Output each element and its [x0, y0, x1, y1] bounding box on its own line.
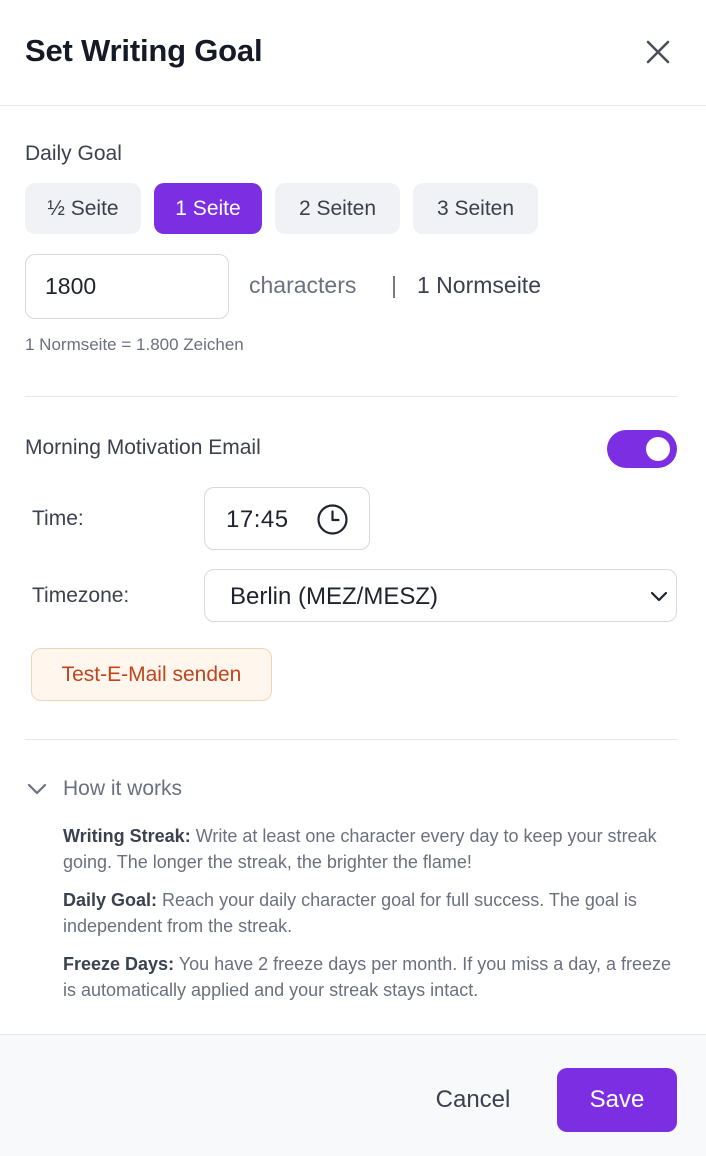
info-term: Freeze Days:	[63, 954, 175, 974]
characters-input[interactable]: 1800	[25, 254, 229, 319]
writing-goal-dialog: Set Writing Goal Daily Goal ½ Seite 1 Se…	[0, 0, 706, 1156]
how-it-works-toggle[interactable]: How it works	[25, 774, 182, 804]
separator: |	[391, 272, 397, 298]
info-freeze-days: Freeze Days: You have 2 freeze days per …	[63, 951, 683, 1003]
close-icon	[646, 40, 670, 64]
timezone-value: Berlin (MEZ/MESZ)	[230, 583, 439, 610]
timezone-label: Timezone:	[32, 584, 130, 607]
daily-goal-label: Daily Goal	[25, 142, 122, 165]
dialog-title: Set Writing Goal	[25, 33, 263, 68]
dialog-footer: Cancel Save	[0, 1034, 706, 1156]
how-it-works-title: How it works	[63, 777, 183, 800]
dialog-header: Set Writing Goal	[0, 0, 706, 106]
send-test-email-button[interactable]: Test-E-Mail senden	[31, 648, 272, 701]
save-button[interactable]: Save	[557, 1068, 677, 1132]
morning-email-toggle[interactable]	[607, 430, 677, 468]
preset-one-page[interactable]: 1 Seite	[154, 183, 262, 234]
preset-three-pages[interactable]: 3 Seiten	[413, 183, 538, 234]
section-divider	[25, 396, 677, 397]
info-daily-goal: Daily Goal: Reach your daily character g…	[63, 887, 683, 939]
chevron-down-icon	[27, 783, 47, 795]
preset-half-page[interactable]: ½ Seite	[25, 183, 141, 234]
normseite-label: 1 Normseite	[417, 272, 541, 298]
chevron-down-icon	[650, 591, 668, 602]
close-button[interactable]	[636, 30, 680, 74]
timezone-select[interactable]: Berlin (MEZ/MESZ)	[204, 569, 677, 622]
preset-two-pages[interactable]: 2 Seiten	[275, 183, 400, 234]
info-term: Writing Streak:	[63, 826, 191, 846]
morning-email-label: Morning Motivation Email	[25, 436, 261, 459]
normseite-hint: 1 Normseite = 1.800 Zeichen	[25, 335, 244, 354]
info-term: Daily Goal:	[63, 890, 158, 910]
cancel-button[interactable]: Cancel	[412, 1068, 534, 1132]
clock-icon[interactable]	[316, 503, 349, 536]
characters-unit-label: characters	[249, 272, 357, 298]
time-value: 17:45	[226, 506, 289, 533]
section-divider	[25, 739, 677, 740]
time-input[interactable]: 17:45	[204, 487, 370, 550]
toggle-knob	[646, 437, 670, 461]
time-label: Time:	[32, 507, 84, 530]
info-writing-streak: Writing Streak: Write at least one chara…	[63, 823, 683, 875]
